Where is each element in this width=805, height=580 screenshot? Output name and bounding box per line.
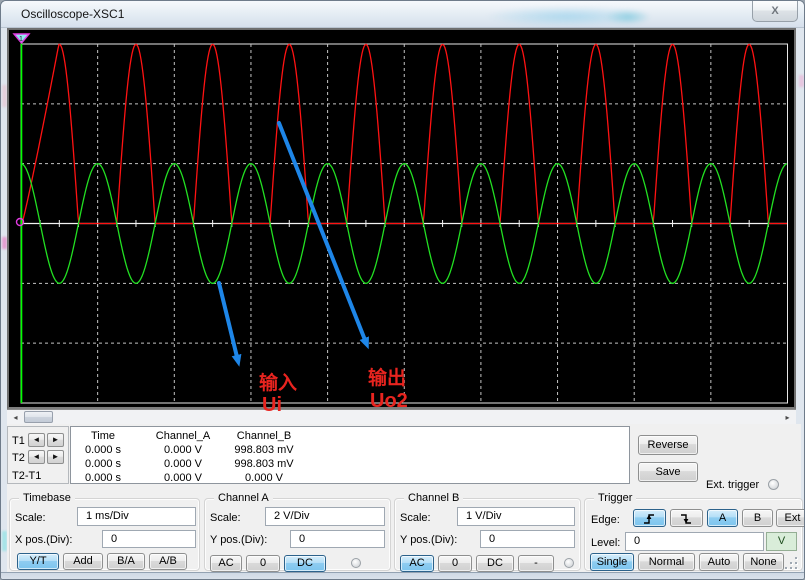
- timebase-add-button[interactable]: Add: [63, 553, 103, 570]
- aero-glass-reflection: [605, 9, 651, 25]
- falling-edge-icon: [679, 511, 695, 527]
- group-channel-a: Channel A Scale: 2 V/Div Y pos.(Div): 0 …: [204, 498, 391, 571]
- control-panel: T1 ◄ ► T2 ◄ ► T2-T1 Time Channel_A Chann…: [7, 424, 801, 572]
- channel-a-ypos-label: Y pos.(Div):: [210, 534, 267, 546]
- aero-glass-reflection: [487, 6, 647, 27]
- resize-grip[interactable]: [784, 556, 798, 570]
- trigger-level-field[interactable]: 0: [625, 532, 764, 551]
- t1-channel-b: 998.803 mV: [214, 444, 314, 456]
- glass-smudge: [799, 75, 804, 87]
- group-timebase: Timebase Scale: 1 ms/Div X pos.(Div): 0 …: [9, 498, 200, 571]
- channel-b-0-button[interactable]: 0: [438, 555, 472, 572]
- readout-table: Time Channel_A Channel_B 0.000 s 0.000 V…: [70, 426, 630, 484]
- t2-channel-b: 998.803 mV: [214, 458, 314, 470]
- group-trigger: Trigger Edge: A B Ext Level: 0 V Single: [584, 498, 803, 571]
- channel-b-ypos-label: Y pos.(Div):: [400, 534, 457, 546]
- channel-b-scale-field[interactable]: 1 V/Div: [457, 507, 575, 526]
- trigger-edge-label: Edge:: [591, 514, 620, 526]
- oscilloscope-window: Oscilloscope-XSC1 X 1 输入 Ui 输出 Uo2: [0, 0, 805, 580]
- channel-b-ac-button[interactable]: AC: [400, 555, 434, 572]
- scroll-right-icon: ▸: [785, 413, 789, 422]
- trigger-falling-edge-button[interactable]: [670, 509, 703, 527]
- trigger-single-button[interactable]: Single: [590, 553, 634, 571]
- channel-a-ypos-field[interactable]: 0: [290, 530, 385, 548]
- dt-channel-b: 0.000 V: [214, 472, 314, 484]
- trigger-channel-b-button[interactable]: B: [742, 509, 773, 527]
- close-button[interactable]: X: [752, 1, 798, 22]
- scroll-left-icon: ◂: [13, 413, 17, 422]
- trigger-none-button[interactable]: None: [743, 553, 784, 571]
- trigger-title: Trigger: [594, 492, 636, 504]
- trigger-level-label: Level:: [591, 537, 620, 549]
- channel-b-scale-label: Scale:: [400, 512, 431, 524]
- col-header-channel-b: Channel_B: [214, 430, 314, 442]
- window-bottom-frame: [1, 572, 804, 580]
- channel-a-scale-label: Scale:: [210, 512, 241, 524]
- channel-a-scale-field[interactable]: 2 V/Div: [265, 507, 385, 526]
- arrow-left-icon: ◄: [33, 452, 41, 461]
- t1-label: T1: [12, 435, 25, 447]
- trigger-rising-edge-button[interactable]: [633, 509, 666, 527]
- channel-b-led: [564, 558, 574, 568]
- channel-a-0-button[interactable]: 0: [246, 555, 280, 572]
- scope-graticule: 1: [9, 30, 794, 407]
- cursor-1-label: 1: [19, 36, 23, 43]
- window-title: Oscilloscope-XSC1: [21, 7, 124, 21]
- channel-a-title: Channel A: [214, 492, 273, 504]
- t1-left-button[interactable]: ◄: [28, 433, 45, 447]
- close-icon: X: [771, 5, 778, 17]
- scroll-thumb[interactable]: [24, 411, 53, 423]
- trigger-channel-a-button[interactable]: A: [707, 509, 738, 527]
- ext-trigger-led: [768, 479, 779, 490]
- t2-t1-label: T2-T1: [12, 470, 41, 482]
- t2-label: T2: [12, 452, 25, 464]
- horizontal-scrollbar[interactable]: ◂ ▸: [7, 409, 796, 424]
- timebase-scale-field[interactable]: 1 ms/Div: [77, 507, 196, 526]
- trigger-normal-button[interactable]: Normal: [638, 553, 695, 571]
- channel-b-dc-button[interactable]: DC: [476, 555, 514, 572]
- channel-b-title: Channel B: [404, 492, 463, 504]
- timebase-ab-button[interactable]: A/B: [149, 553, 187, 570]
- trigger-ext-button[interactable]: Ext: [776, 509, 805, 527]
- title-bar[interactable]: Oscilloscope-XSC1 X: [1, 1, 804, 28]
- scroll-right-button[interactable]: ▸: [780, 411, 795, 424]
- arrow-left-icon: ◄: [33, 435, 41, 444]
- channel-b-minus-button[interactable]: -: [518, 555, 554, 572]
- reverse-button[interactable]: Reverse: [638, 435, 698, 455]
- scroll-left-button[interactable]: ◂: [8, 411, 23, 424]
- channel-a-led: [351, 558, 361, 568]
- rising-edge-icon: [642, 511, 658, 527]
- trigger-auto-button[interactable]: Auto: [699, 553, 739, 571]
- timebase-yt-button[interactable]: Y/T: [17, 553, 59, 570]
- channel-a-dc-button[interactable]: DC: [284, 555, 326, 572]
- timebase-title: Timebase: [19, 492, 75, 504]
- save-button[interactable]: Save: [638, 462, 698, 482]
- timebase-ba-button[interactable]: B/A: [107, 553, 145, 570]
- timebase-xpos-field[interactable]: 0: [102, 530, 196, 548]
- group-channel-b: Channel B Scale: 1 V/Div Y pos.(Div): 0 …: [394, 498, 581, 571]
- channel-b-ypos-field[interactable]: 0: [480, 530, 575, 548]
- scope-display: 1: [7, 28, 796, 409]
- timebase-scale-label: Scale:: [15, 512, 46, 524]
- t2-left-button[interactable]: ◄: [28, 450, 45, 464]
- ext-trigger-label: Ext. trigger: [706, 479, 759, 491]
- channel-a-ac-button[interactable]: AC: [210, 555, 242, 572]
- timebase-xpos-label: X pos.(Div):: [15, 534, 72, 546]
- trigger-level-unit-select[interactable]: V: [766, 532, 797, 551]
